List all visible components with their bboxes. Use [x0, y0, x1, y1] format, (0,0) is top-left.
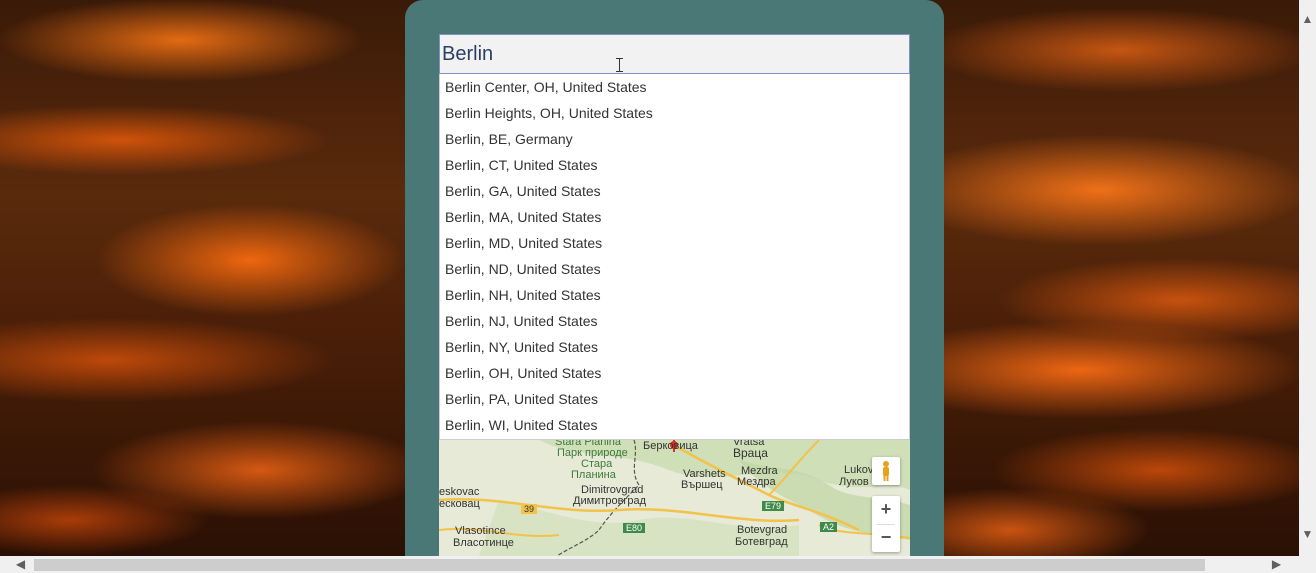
map-label: Vlasotince	[455, 525, 506, 537]
suggestion-item[interactable]: Berlin, OH, United States	[440, 360, 909, 386]
scroll-up-arrow-icon[interactable]: ▲	[1299, 11, 1316, 28]
scroll-right-arrow-icon[interactable]: ▶	[1268, 556, 1285, 573]
suggestion-item[interactable]: Berlin, BE, Germany	[440, 126, 909, 152]
zoom-in-button[interactable]: +	[872, 496, 900, 524]
map-label: Луков	[839, 476, 869, 488]
zoom-divider	[877, 524, 895, 525]
map-label: есковац	[439, 498, 480, 510]
suggestion-item[interactable]: Berlin, ND, United States	[440, 256, 909, 282]
map-label: Враца	[733, 446, 768, 460]
vertical-scrollbar[interactable]	[1299, 0, 1316, 556]
street-view-pegman-button[interactable]	[872, 457, 900, 485]
suggestion-item[interactable]: Berlin, WI, United States	[440, 412, 909, 438]
map-label: Вършец	[681, 479, 723, 491]
map-label: Lukov	[844, 464, 874, 476]
pegman-icon	[883, 461, 889, 481]
horizontal-scroll-thumb[interactable]	[34, 559, 1205, 571]
map-label: Власотинце	[453, 537, 514, 549]
road-label: A2	[820, 522, 838, 532]
text-cursor-icon	[616, 58, 623, 72]
suggestion-item[interactable]: Berlin Heights, OH, United States	[440, 100, 909, 126]
map-zoom-control: + −	[872, 496, 900, 552]
map-view[interactable]: Stara Planina Парк природе Стара Планина…	[439, 440, 910, 556]
suggestion-item[interactable]: Berlin, GA, United States	[440, 178, 909, 204]
scroll-left-arrow-icon[interactable]: ◀	[12, 556, 29, 573]
map-label: Димитровград	[573, 495, 647, 507]
map-label: eskovac	[439, 486, 480, 498]
suggestion-item[interactable]: Berlin, MD, United States	[440, 230, 909, 256]
road-label: E79	[762, 501, 785, 511]
scrollbar-corner	[1299, 556, 1316, 573]
zoom-out-button[interactable]: −	[872, 524, 900, 552]
map-label: Планина	[571, 469, 616, 481]
suggestion-item[interactable]: Berlin, CT, United States	[440, 152, 909, 178]
road-label: 39	[521, 504, 538, 514]
map-label: Берковица	[643, 440, 698, 452]
suggestion-item[interactable]: Berlin, MA, United States	[440, 204, 909, 230]
suggestion-item[interactable]: Berlin Center, OH, United States	[440, 74, 909, 100]
location-search-input[interactable]	[439, 34, 910, 74]
suggestion-item[interactable]: Berlin, NJ, United States	[440, 308, 909, 334]
suggestion-item[interactable]: Berlin, NY, United States	[440, 334, 909, 360]
autocomplete-dropdown: Berlin Center, OH, United States Berlin …	[439, 74, 910, 440]
map-label: Botevgrad	[737, 524, 788, 536]
map-label: Ботевград	[735, 536, 788, 548]
suggestion-item[interactable]: Berlin, NH, United States	[440, 282, 909, 308]
suggestion-item[interactable]: Berlin, PA, United States	[440, 386, 909, 412]
map-label: Мездра	[737, 476, 776, 488]
scroll-down-arrow-icon[interactable]: ▼	[1299, 526, 1316, 543]
road-label: E80	[623, 523, 646, 533]
